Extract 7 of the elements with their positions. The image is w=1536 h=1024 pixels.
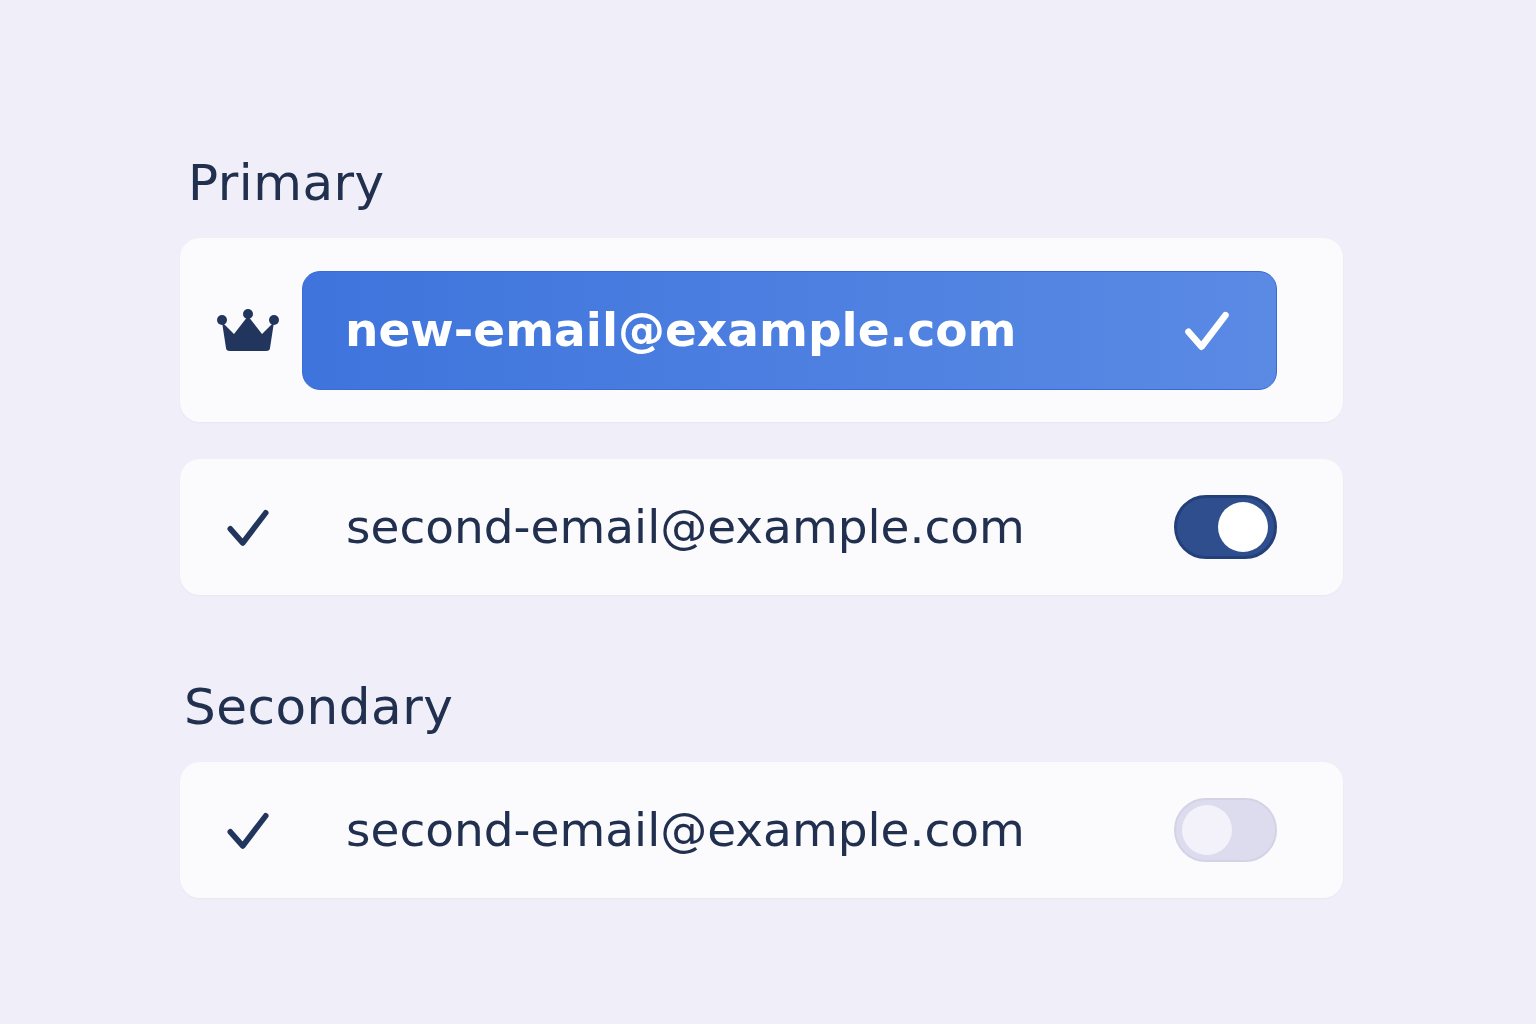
toggle-switch[interactable] [1174, 495, 1277, 559]
section-title: Primary [188, 153, 386, 214]
email-option[interactable]: new-email@example.com [302, 270, 1277, 390]
email-address: second-email@example.com [346, 801, 1025, 859]
crown-icon [216, 308, 280, 352]
email-address: second-email@example.com [346, 498, 1025, 556]
section-title: Secondary [184, 677, 455, 738]
